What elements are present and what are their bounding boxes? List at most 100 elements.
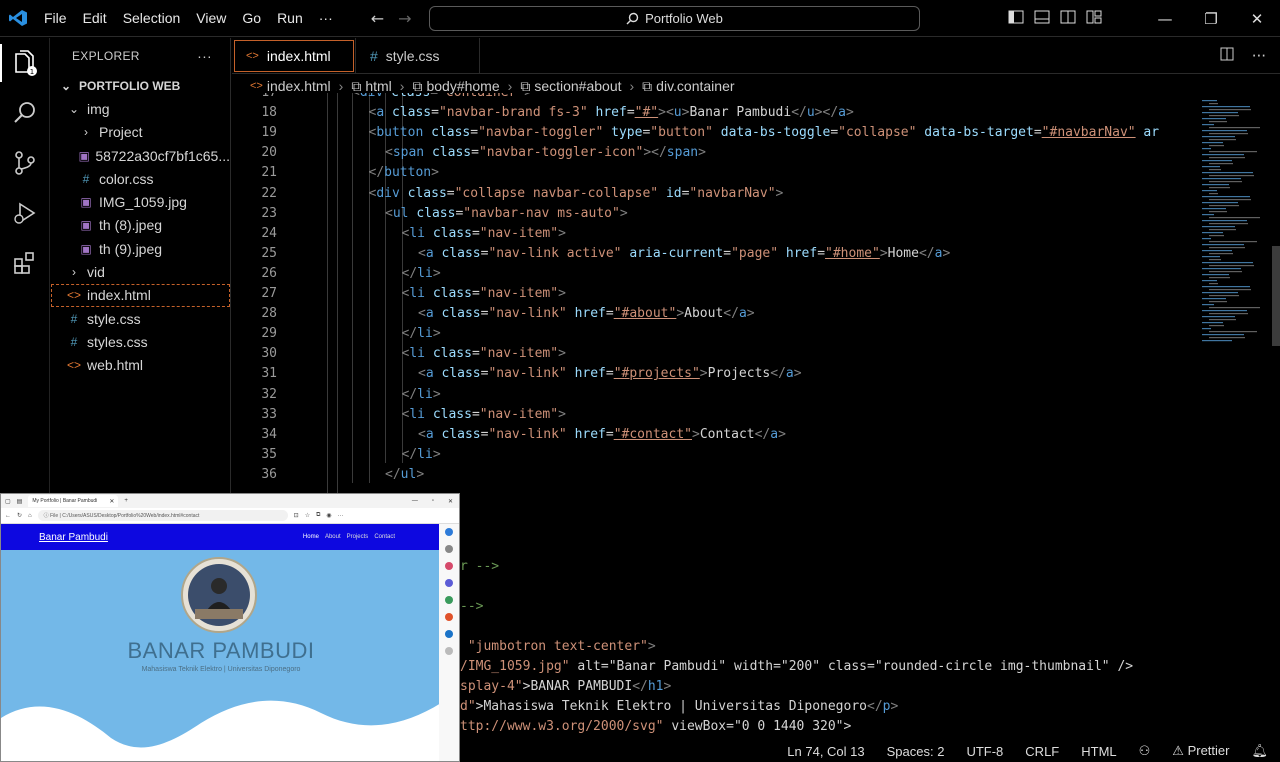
- code-line[interactable]: 24 <li class="nav-item">: [232, 224, 1198, 244]
- search-view-icon[interactable]: [0, 88, 49, 138]
- code-line[interactable]: 31 <a class="nav-link" href="#projects">P…: [232, 364, 1198, 384]
- encoding[interactable]: UTF-8: [966, 744, 1003, 759]
- tree-item[interactable]: › Project: [51, 121, 230, 144]
- split-editor-icon[interactable]: [1220, 47, 1234, 65]
- profile-icon[interactable]: ◉: [326, 512, 331, 519]
- code-line[interactable]: 28 <a class="nav-link" href="#about">Abou…: [232, 304, 1198, 324]
- browser-refresh-icon[interactable]: ↻: [17, 512, 22, 519]
- back-arrow-icon[interactable]: ←: [371, 9, 384, 28]
- more-actions-icon[interactable]: ···: [197, 48, 212, 64]
- games-icon[interactable]: [445, 596, 453, 604]
- cursor-position[interactable]: Ln 74, Col 13: [787, 744, 864, 759]
- tab-index-html[interactable]: <> index.html: [232, 38, 356, 74]
- copilot-icon[interactable]: ⚇: [1139, 743, 1151, 759]
- code-line[interactable]: 17 <div class="container">: [232, 93, 1198, 103]
- code-line[interactable]: 19 <button class="navbar-toggler" type="b…: [232, 123, 1198, 143]
- code-line-partial[interactable]: "jumbotron text-center">: [460, 637, 1198, 657]
- code-line[interactable]: 30 <li class="nav-item">: [232, 344, 1198, 364]
- window-menu-icon[interactable]: ▢: [5, 498, 11, 505]
- menu-edit[interactable]: Edit: [75, 10, 115, 26]
- editor-scrollbar-thumb[interactable]: [1272, 246, 1280, 346]
- code-line[interactable]: 33 <li class="nav-item">: [232, 405, 1198, 425]
- code-line[interactable]: 34 <a class="nav-link" href="#contact">Co…: [232, 425, 1198, 445]
- tab-close-icon[interactable]: ✕: [109, 498, 114, 505]
- nav-home[interactable]: Home: [303, 534, 319, 540]
- menu-go[interactable]: Go: [234, 10, 269, 26]
- tree-item[interactable]: › vid: [51, 260, 230, 283]
- code-line[interactable]: 29 </li>: [232, 324, 1198, 344]
- indentation[interactable]: Spaces: 2: [887, 744, 945, 759]
- nav-projects[interactable]: Projects: [347, 534, 369, 540]
- code-line[interactable]: 32 </li>: [232, 385, 1198, 405]
- tree-item[interactable]: ▣ IMG_1059.jpg: [51, 190, 230, 213]
- tree-item[interactable]: ⌄ img: [51, 97, 230, 120]
- browser-minimize-icon[interactable]: —: [412, 498, 418, 505]
- prettier-status[interactable]: ⚠ Prettier: [1172, 743, 1229, 759]
- code-line[interactable]: 36 </ul>: [232, 465, 1198, 485]
- close-icon[interactable]: ✕: [1234, 10, 1280, 28]
- new-tab-icon[interactable]: +: [124, 498, 128, 504]
- tab-actions-icon[interactable]: ▤: [17, 498, 23, 505]
- nav-contact[interactable]: Contact: [374, 534, 395, 540]
- tree-item[interactable]: <> index.html: [51, 283, 230, 307]
- breadcrumb-file[interactable]: index.html: [267, 78, 331, 94]
- tree-item[interactable]: # style.css: [51, 307, 230, 330]
- code-line[interactable]: 18 <a class="navbar-brand fs-3" href="#">…: [232, 103, 1198, 123]
- tools-icon[interactable]: [445, 579, 453, 587]
- browser-back-icon[interactable]: ←: [5, 513, 11, 519]
- code-line-partial[interactable]: splay-4">BANAR PAMBUDI</h1>: [460, 677, 1198, 697]
- breadcrumb-body[interactable]: body#home: [426, 78, 499, 94]
- code-line-partial[interactable]: ttp://www.w3.org/2000/svg" viewBox="0 0 …: [460, 717, 1198, 737]
- browser-home-icon[interactable]: ⌂: [28, 513, 32, 519]
- tree-item[interactable]: ▣ th (8).jpeg: [51, 214, 230, 237]
- browser-menu-icon[interactable]: ···: [338, 513, 344, 519]
- command-center-search[interactable]: Portfolio Web: [429, 6, 920, 31]
- code-line[interactable]: 22 <div class="collapse navbar-collapse" …: [232, 184, 1198, 204]
- language-mode[interactable]: HTML: [1081, 744, 1116, 759]
- code-line[interactable]: 21 </button>: [232, 163, 1198, 183]
- line-ending[interactable]: CRLF: [1025, 744, 1059, 759]
- customize-layout-icon[interactable]: [1086, 9, 1102, 28]
- add-icon[interactable]: [445, 647, 453, 655]
- collections-icon[interactable]: ⧉: [316, 512, 320, 519]
- restore-icon[interactable]: ❐: [1188, 10, 1234, 28]
- code-line[interactable]: 20 <span class="navbar-toggler-icon"></sp…: [232, 143, 1198, 163]
- browser-close-icon[interactable]: ✕: [448, 498, 453, 505]
- source-control-icon[interactable]: [0, 138, 49, 188]
- forward-arrow-icon[interactable]: →: [398, 9, 411, 28]
- code-line[interactable]: 27 <li class="nav-item">: [232, 284, 1198, 304]
- workspace-root[interactable]: ⌄ PORTFOLIO WEB: [51, 74, 230, 97]
- code-line[interactable]: 35 </li>: [232, 445, 1198, 465]
- reader-icon[interactable]: ⊡: [294, 512, 299, 519]
- toggle-sidebar-icon[interactable]: [1008, 9, 1024, 28]
- menu-more[interactable]: ···: [311, 10, 341, 26]
- code-line-partial[interactable]: -->: [460, 597, 1198, 617]
- code-line[interactable]: 25 <a class="nav-link active" aria-curren…: [232, 244, 1198, 264]
- tab-style-css[interactable]: # style.css: [356, 38, 480, 74]
- menu-run[interactable]: Run: [269, 10, 311, 26]
- breadcrumb-div[interactable]: div.container: [656, 78, 734, 94]
- code-line[interactable]: 23 <ul class="navbar-nav ms-auto">: [232, 204, 1198, 224]
- code-line-partial[interactable]: /IMG_1059.jpg" alt="Banar Pambudi" width…: [460, 657, 1198, 677]
- site-brand-link[interactable]: Banar Pambudi: [39, 532, 108, 543]
- copilot-icon[interactable]: [445, 528, 453, 536]
- shopping-icon[interactable]: [445, 562, 453, 570]
- minimap[interactable]: [1196, 96, 1280, 738]
- toggle-secondary-sidebar-icon[interactable]: [1060, 9, 1076, 28]
- browser-tab[interactable]: My Portfolio | Banar Pambudi ✕: [28, 495, 119, 507]
- breadcrumb-html[interactable]: html: [365, 78, 391, 94]
- tree-item[interactable]: # styles.css: [51, 330, 230, 353]
- address-bar[interactable]: ⓘ File | C:/Users/ASUS/Desktop/Portfolio…: [37, 510, 288, 521]
- outlook-icon[interactable]: [445, 630, 453, 638]
- editor-more-icon[interactable]: ···: [1252, 47, 1266, 65]
- toggle-panel-icon[interactable]: [1034, 9, 1050, 28]
- minimize-icon[interactable]: —: [1142, 10, 1188, 28]
- browser-restore-icon[interactable]: ▫: [432, 498, 434, 505]
- favorite-icon[interactable]: ☆: [305, 512, 310, 519]
- menu-view[interactable]: View: [188, 10, 234, 26]
- nav-about[interactable]: About: [325, 534, 341, 540]
- explorer-icon[interactable]: 1: [0, 38, 49, 88]
- code-line-partial[interactable]: d">Mahasiswa Teknik Elektro | Universita…: [460, 697, 1198, 717]
- tree-item[interactable]: # color.css: [51, 167, 230, 190]
- tree-item[interactable]: ▣ 58722a30cf7bf1c65...: [51, 144, 230, 167]
